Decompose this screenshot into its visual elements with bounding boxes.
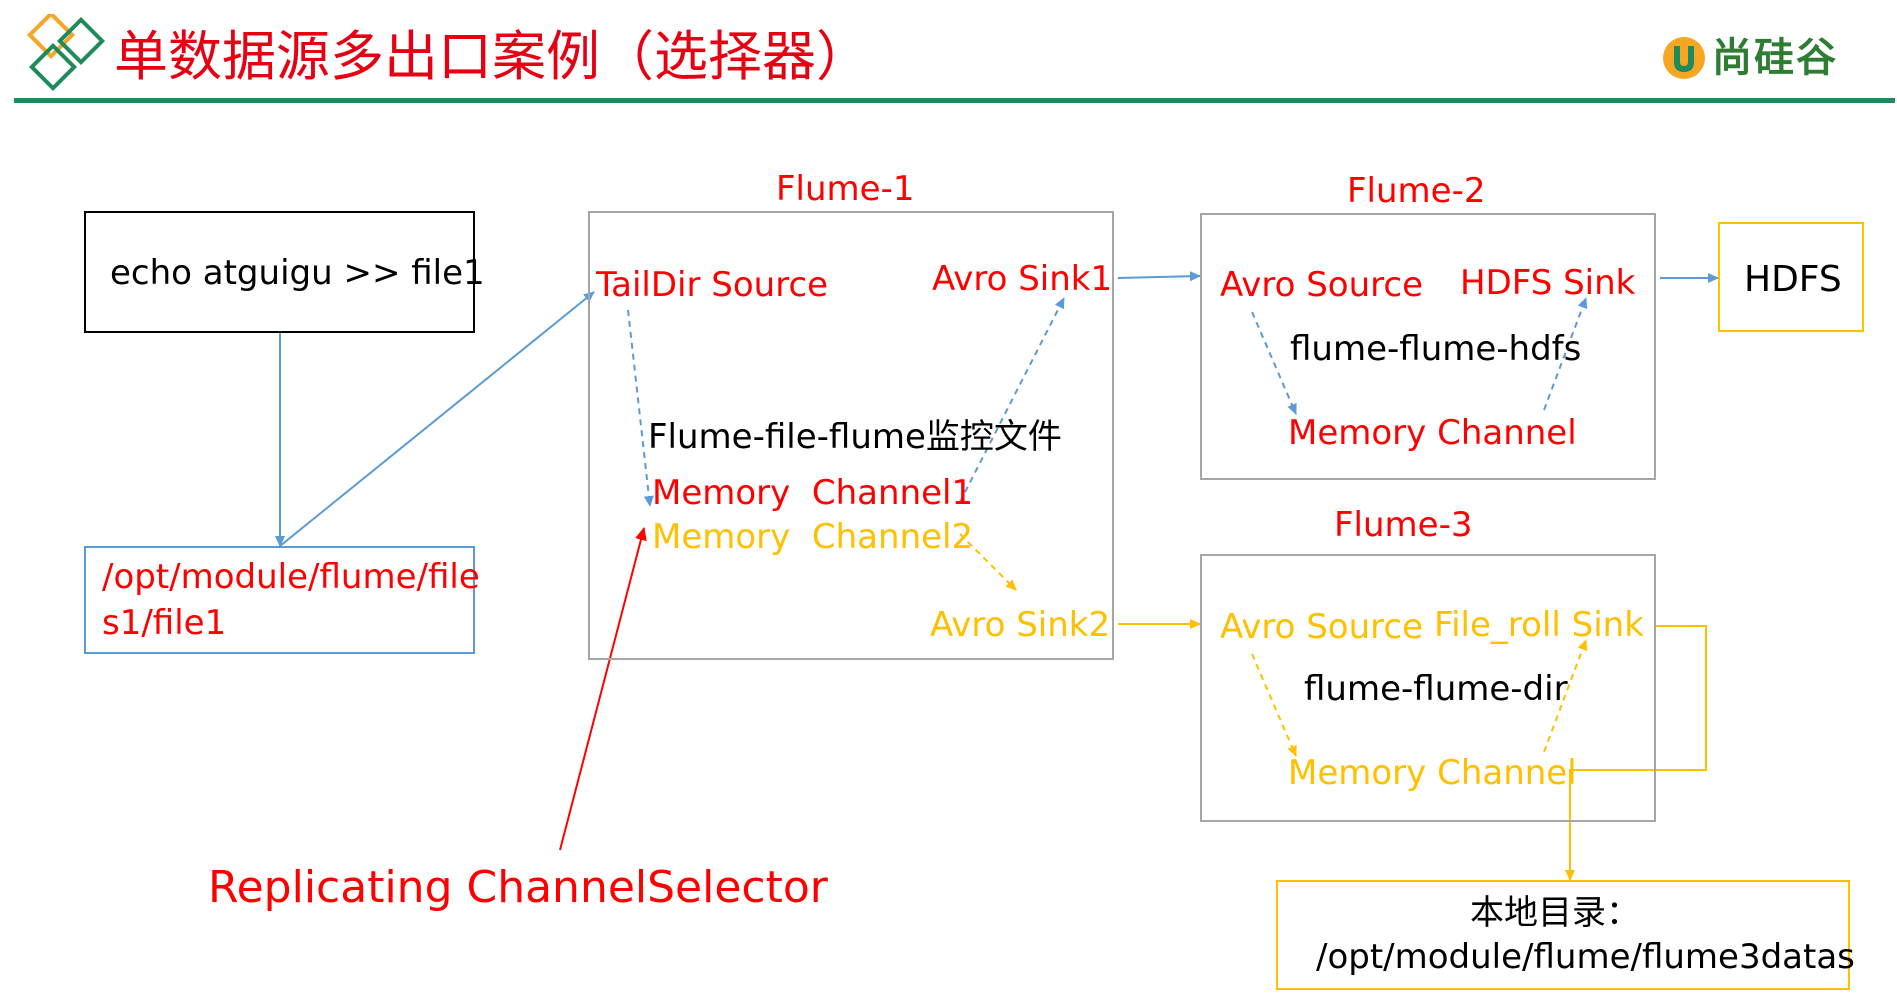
local-dir-line2: /opt/module/flume/flume3datas xyxy=(1316,937,1855,977)
flume1-config-name: Flume-file-flume监控文件 xyxy=(648,417,1062,457)
file-path-line1: /opt/module/flume/file xyxy=(102,557,480,597)
flume1-title: Flume-1 xyxy=(776,169,915,209)
flume2-config-name: flume-flume-hdfs xyxy=(1290,329,1582,369)
echo-command-label: echo atguigu >> file1 xyxy=(110,253,485,293)
flume3-memory-channel: Memory Channel xyxy=(1288,753,1577,793)
flume2-hdfs-sink: HDFS Sink xyxy=(1460,263,1636,303)
flume3-config-name: flume-flume-dir xyxy=(1304,669,1568,709)
flume1-memory-channel1: Memory Channel1 xyxy=(652,473,974,513)
flume3-title: Flume-3 xyxy=(1334,505,1473,545)
local-dir-line1: 本地目录： xyxy=(1470,893,1640,933)
flume1-taildir-source: TailDir Source xyxy=(596,265,829,305)
flume1-avro-sink1: Avro Sink1 xyxy=(932,259,1113,299)
flume3-avro-source: Avro Source xyxy=(1220,607,1424,647)
flume1-avro-sink2: Avro Sink2 xyxy=(930,605,1111,645)
flume2-title: Flume-2 xyxy=(1347,171,1486,211)
arrow-sink1-to-flume2 xyxy=(1117,271,1201,282)
flume1-memory-channel2: Memory Channel2 xyxy=(652,517,974,557)
replicating-channel-selector-label: Replicating ChannelSelector xyxy=(208,862,828,913)
file-path-line2: s1/file1 xyxy=(102,603,227,643)
hdfs-label: HDFS xyxy=(1744,259,1842,300)
flume2-avro-source: Avro Source xyxy=(1220,265,1424,305)
flume2-memory-channel: Memory Channel xyxy=(1288,413,1577,453)
flume3-fileroll-sink: File_roll Sink xyxy=(1434,605,1644,645)
